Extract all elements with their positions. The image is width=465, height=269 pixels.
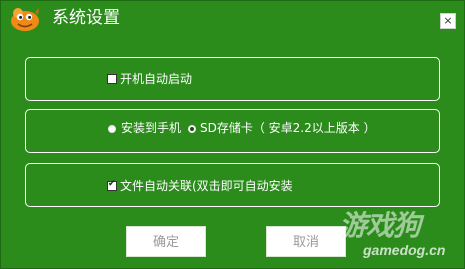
- install-location-panel: 安装到手机 SD存储卡（ 安卓2.2以上版本 ）: [25, 109, 440, 153]
- settings-dialog: 系统设置 × 开机自动启动 安装到手机 SD存储卡（ 安卓2.2以上版本 ） 文…: [0, 0, 465, 269]
- close-button[interactable]: ×: [440, 13, 456, 29]
- install-to-sd-radio[interactable]: [188, 125, 196, 133]
- file-association-checkbox[interactable]: [107, 179, 117, 191]
- install-to-phone-radio[interactable]: [108, 125, 116, 133]
- autostart-panel: 开机自动启动: [25, 57, 440, 101]
- file-association-label[interactable]: 文件自动关联(双击即可自动安装: [120, 179, 293, 193]
- watermark: 游戏狗 gamedog.cn: [337, 204, 461, 266]
- close-icon: ×: [443, 14, 453, 27]
- install-to-sd-label[interactable]: SD存储卡（ 安卓2.2以上版本 ）: [200, 121, 376, 135]
- dialog-title: 系统设置: [52, 8, 120, 28]
- autostart-checkbox[interactable]: [107, 74, 117, 84]
- watermark-domain: gamedog.cn: [363, 242, 446, 258]
- ok-button[interactable]: 确定: [126, 226, 206, 257]
- watermark-logo-text: 游戏狗: [339, 209, 421, 242]
- file-association-panel: 文件自动关联(双击即可自动安装: [25, 163, 440, 207]
- title-bar: 系统设置 ×: [1, 1, 464, 35]
- mascot-logo-icon: [11, 8, 39, 31]
- install-to-phone-label[interactable]: 安装到手机: [121, 121, 181, 135]
- autostart-label[interactable]: 开机自动启动: [120, 72, 192, 86]
- cancel-button[interactable]: 取消: [266, 226, 346, 257]
